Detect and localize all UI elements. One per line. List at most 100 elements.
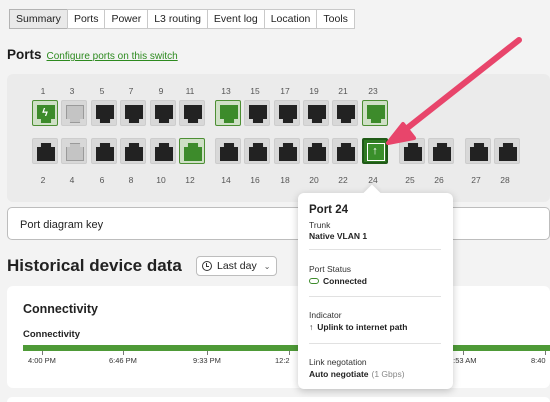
tooltip-mode-label: Trunk — [309, 220, 331, 230]
port-number-label: 6 — [99, 175, 105, 185]
port-jack-icon — [433, 143, 451, 161]
port-diagram-key[interactable]: Port diagram key — [7, 207, 550, 240]
port-18[interactable] — [274, 138, 300, 164]
port-jack-icon — [308, 105, 326, 123]
port-number-label: 3 — [69, 86, 75, 96]
port-number-label: 15 — [250, 86, 260, 96]
port-number-label: 24 — [368, 175, 378, 185]
port-27[interactable] — [465, 138, 491, 164]
port-8[interactable] — [120, 138, 146, 164]
port-number-label: 22 — [338, 175, 348, 185]
timeline-label: 12:2 — [275, 356, 290, 365]
tab-location[interactable]: Location — [263, 9, 318, 29]
port-number-label: 11 — [185, 86, 195, 96]
connected-pill-icon — [309, 278, 319, 284]
port-number-label: 16 — [250, 175, 260, 185]
tab-bar: Summary Ports Power L3 routing Event log… — [9, 9, 355, 29]
divider — [309, 343, 441, 344]
time-range-dropdown[interactable]: Last day ⌄ — [196, 256, 277, 276]
port-21[interactable] — [332, 100, 358, 126]
uplink-arrow-icon: ↑ — [372, 145, 378, 157]
tab-ports[interactable]: Ports — [66, 9, 106, 29]
port-jack-icon — [499, 143, 517, 161]
port-jack-icon — [470, 143, 488, 161]
port-jack-icon — [249, 143, 267, 161]
port-25[interactable] — [399, 138, 425, 164]
timeline-label: 4:00 PM — [28, 356, 56, 365]
tab-tools[interactable]: Tools — [316, 9, 355, 29]
port-number-label: 26 — [434, 175, 444, 185]
port-jack-icon — [279, 143, 297, 161]
port-1[interactable]: ϟ — [32, 100, 58, 126]
connectivity-title: Connectivity — [23, 302, 99, 316]
port-14[interactable] — [215, 138, 241, 164]
port-16[interactable] — [244, 138, 270, 164]
port-jack-icon — [249, 105, 267, 123]
status-text: Connected — [323, 276, 367, 286]
port-17[interactable] — [274, 100, 300, 126]
indicator-text: Uplink to internet path — [317, 322, 408, 332]
port-jack-icon — [220, 143, 238, 161]
tab-l3-routing[interactable]: L3 routing — [147, 9, 208, 29]
link-text: Auto negotiate — [309, 369, 369, 379]
port-24[interactable]: ↑ — [362, 138, 388, 164]
port-15[interactable] — [244, 100, 270, 126]
port-13[interactable] — [215, 100, 241, 126]
port-number-label: 1 — [40, 86, 46, 96]
port-28[interactable] — [494, 138, 520, 164]
port-19[interactable] — [303, 100, 329, 126]
port-22[interactable] — [332, 138, 358, 164]
port-12[interactable] — [179, 138, 205, 164]
port-jack-icon — [337, 143, 355, 161]
port-number-label: 27 — [471, 175, 481, 185]
next-card — [7, 397, 550, 402]
tab-summary[interactable]: Summary — [9, 9, 68, 29]
port-23[interactable] — [362, 100, 388, 126]
port-10[interactable] — [150, 138, 176, 164]
tab-power[interactable]: Power — [104, 9, 149, 29]
historical-title: Historical device data — [7, 256, 182, 275]
port-2[interactable] — [32, 138, 58, 164]
port-number-label: 4 — [69, 175, 75, 185]
port-number-label: 23 — [368, 86, 378, 96]
port-4[interactable] — [61, 138, 87, 164]
tooltip-title: Port 24 — [309, 204, 348, 216]
port-jack-icon — [96, 105, 114, 123]
timeline-tick — [545, 351, 546, 355]
port-number-label: 21 — [338, 86, 348, 96]
port-jack-icon — [308, 143, 326, 161]
port-11[interactable] — [179, 100, 205, 126]
port-diagram: 1 ϟ 3 5 7 9 11 13 15 17 19 21 23 2 4 6 8 10 12 14 16 18 20 22 24… — [7, 74, 550, 202]
port-number-label: 18 — [280, 175, 290, 185]
port-number-label: 19 — [309, 86, 319, 96]
tab-event-log[interactable]: Event log — [206, 9, 265, 29]
port-3[interactable] — [61, 100, 87, 126]
divider — [309, 249, 441, 250]
timeline-label: 9:33 PM — [193, 356, 221, 365]
configure-ports-link[interactable]: Configure ports on this switch — [47, 51, 178, 62]
time-range-label: Last day — [217, 260, 257, 272]
port-number-label: 13 — [221, 86, 231, 96]
ports-header: Ports Configure ports on this switch — [7, 47, 178, 62]
port-7[interactable] — [120, 100, 146, 126]
port-number-label: 2 — [40, 175, 46, 185]
connectivity-bar[interactable] — [23, 345, 550, 351]
port-6[interactable] — [91, 138, 117, 164]
tooltip-link-label: Link negotation — [309, 357, 367, 367]
port-number-label: 17 — [280, 86, 290, 96]
arrow-up-icon: ↑ — [309, 322, 314, 332]
timeline-tick — [123, 351, 124, 355]
port-26[interactable] — [428, 138, 454, 164]
clock-icon — [202, 261, 212, 271]
port-tooltip: Port 24 Trunk Native VLAN 1 Port Status … — [298, 193, 453, 389]
tooltip-status-value: Connected — [309, 276, 367, 286]
port-number-label: 5 — [99, 86, 105, 96]
tooltip-indicator-value: ↑ Uplink to internet path — [309, 322, 407, 332]
port-5[interactable] — [91, 100, 117, 126]
port-number-label: 10 — [156, 175, 166, 185]
timeline-tick — [289, 351, 290, 355]
port-9[interactable] — [150, 100, 176, 126]
port-number-label: 20 — [309, 175, 319, 185]
port-number-label: 14 — [221, 175, 231, 185]
port-20[interactable] — [303, 138, 329, 164]
